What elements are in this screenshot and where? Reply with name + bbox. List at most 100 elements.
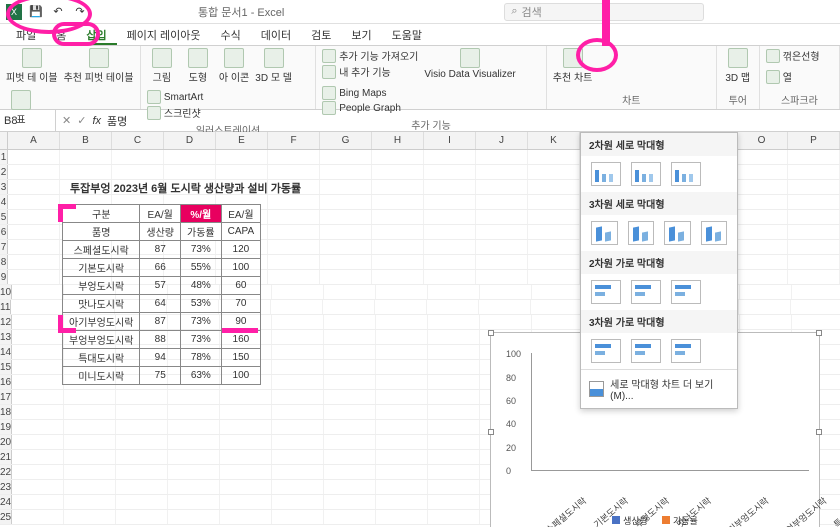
cell[interactable] <box>428 510 480 524</box>
cell[interactable] <box>428 285 480 299</box>
cell[interactable] <box>736 255 788 269</box>
row-header[interactable]: 6 <box>0 225 8 239</box>
row-header[interactable]: 15 <box>0 360 12 374</box>
table-cell[interactable]: 100 <box>221 259 261 277</box>
row-header[interactable]: 19 <box>0 420 12 434</box>
cell[interactable] <box>12 375 64 389</box>
cell[interactable] <box>168 480 220 494</box>
cell[interactable] <box>428 480 480 494</box>
get-addins-button[interactable]: 추가 기능 가져오기 <box>322 48 418 63</box>
cell[interactable] <box>323 300 375 314</box>
cell[interactable] <box>64 480 116 494</box>
cell[interactable] <box>324 330 376 344</box>
row-header[interactable]: 11 <box>0 300 11 314</box>
cell[interactable] <box>268 225 320 239</box>
tab-layout[interactable]: 페이지 레이아웃 <box>117 24 211 45</box>
visio-button[interactable]: Visio Data Visualizer <box>424 48 515 80</box>
cell[interactable] <box>12 405 64 419</box>
table-cell[interactable]: 기본도시락 <box>63 259 140 277</box>
table-cell[interactable]: 78% <box>181 349 222 367</box>
screenshot-button[interactable]: 스크린샷 <box>147 105 203 120</box>
cell[interactable] <box>320 165 372 179</box>
cell[interactable] <box>428 435 480 449</box>
cell[interactable] <box>64 495 116 509</box>
cell[interactable] <box>376 390 428 404</box>
cell[interactable] <box>272 285 324 299</box>
cell[interactable] <box>168 405 220 419</box>
table-row[interactable]: 부엉도시락5748%60 <box>63 277 261 295</box>
cell[interactable] <box>220 480 272 494</box>
cell[interactable] <box>8 150 60 164</box>
column-header[interactable]: O <box>736 132 788 149</box>
cell[interactable] <box>320 180 372 194</box>
column-header[interactable]: D <box>164 132 216 149</box>
cell[interactable] <box>376 405 428 419</box>
table-row[interactable]: 아기부엉도시락8773%90 <box>63 313 261 331</box>
3d-column-option[interactable] <box>701 221 728 245</box>
cell[interactable] <box>116 435 168 449</box>
column-header[interactable]: C <box>112 132 164 149</box>
table-cell[interactable]: 94 <box>140 349 181 367</box>
row-header[interactable]: 20 <box>0 435 12 449</box>
stacked-column-option[interactable] <box>631 162 661 186</box>
tab-view[interactable]: 보기 <box>341 24 381 45</box>
cell[interactable] <box>424 225 476 239</box>
row-header[interactable]: 10 <box>0 285 12 299</box>
tab-insert[interactable]: 삽입 <box>76 24 116 45</box>
clustered-bar-option[interactable] <box>591 280 621 304</box>
fx-icon[interactable]: fx <box>92 115 101 127</box>
row-header[interactable]: 21 <box>0 450 12 464</box>
cell[interactable] <box>64 405 116 419</box>
cell[interactable] <box>376 510 428 524</box>
cell[interactable] <box>376 465 428 479</box>
cell[interactable] <box>736 210 788 224</box>
table-cell[interactable]: 73% <box>181 313 222 331</box>
pie-chart-button[interactable] <box>642 48 660 62</box>
bingmaps-button[interactable]: Bing Maps <box>322 86 401 100</box>
row-header[interactable]: 14 <box>0 345 12 359</box>
cell[interactable] <box>12 285 64 299</box>
cell[interactable] <box>476 150 528 164</box>
tab-home[interactable]: 홈 <box>46 24 76 45</box>
column-header[interactable]: I <box>424 132 476 149</box>
cell[interactable] <box>8 195 60 209</box>
cell[interactable] <box>320 150 372 164</box>
cell[interactable] <box>532 315 584 329</box>
row-header[interactable]: 5 <box>0 210 8 224</box>
cell[interactable] <box>64 450 116 464</box>
sparkline-column-button[interactable]: 열 <box>766 69 792 84</box>
cell[interactable] <box>376 420 428 434</box>
cell[interactable] <box>324 405 376 419</box>
table-row[interactable]: 스페셜도시락8773%120 <box>63 241 261 259</box>
cell[interactable] <box>116 510 168 524</box>
cell[interactable] <box>476 240 528 254</box>
cell[interactable] <box>736 195 788 209</box>
cell[interactable] <box>64 420 116 434</box>
cell[interactable] <box>791 300 840 314</box>
cell[interactable] <box>476 210 528 224</box>
cell[interactable] <box>272 345 324 359</box>
cell[interactable] <box>272 495 324 509</box>
cell[interactable] <box>220 510 272 524</box>
cell[interactable] <box>428 405 480 419</box>
formula-input[interactable]: 품명 <box>107 113 127 129</box>
table-row[interactable]: 특대도시락9478%150 <box>63 349 261 367</box>
cell[interactable] <box>428 450 480 464</box>
cell[interactable] <box>528 255 580 269</box>
cell[interactable] <box>424 150 476 164</box>
cell[interactable] <box>480 315 532 329</box>
tab-formula[interactable]: 수식 <box>211 24 251 45</box>
cell[interactable] <box>8 255 60 269</box>
cell[interactable] <box>788 180 840 194</box>
row-header[interactable]: 25 <box>0 510 12 524</box>
cell[interactable] <box>424 255 476 269</box>
bar-chart-button[interactable] <box>598 63 616 77</box>
cell[interactable] <box>320 270 372 284</box>
cell[interactable] <box>528 165 580 179</box>
row-header[interactable]: 9 <box>0 270 8 284</box>
cell[interactable] <box>324 285 376 299</box>
cell[interactable] <box>736 180 788 194</box>
cell[interactable] <box>428 420 480 434</box>
table-cell[interactable]: 53% <box>181 295 222 313</box>
cell[interactable] <box>272 435 324 449</box>
